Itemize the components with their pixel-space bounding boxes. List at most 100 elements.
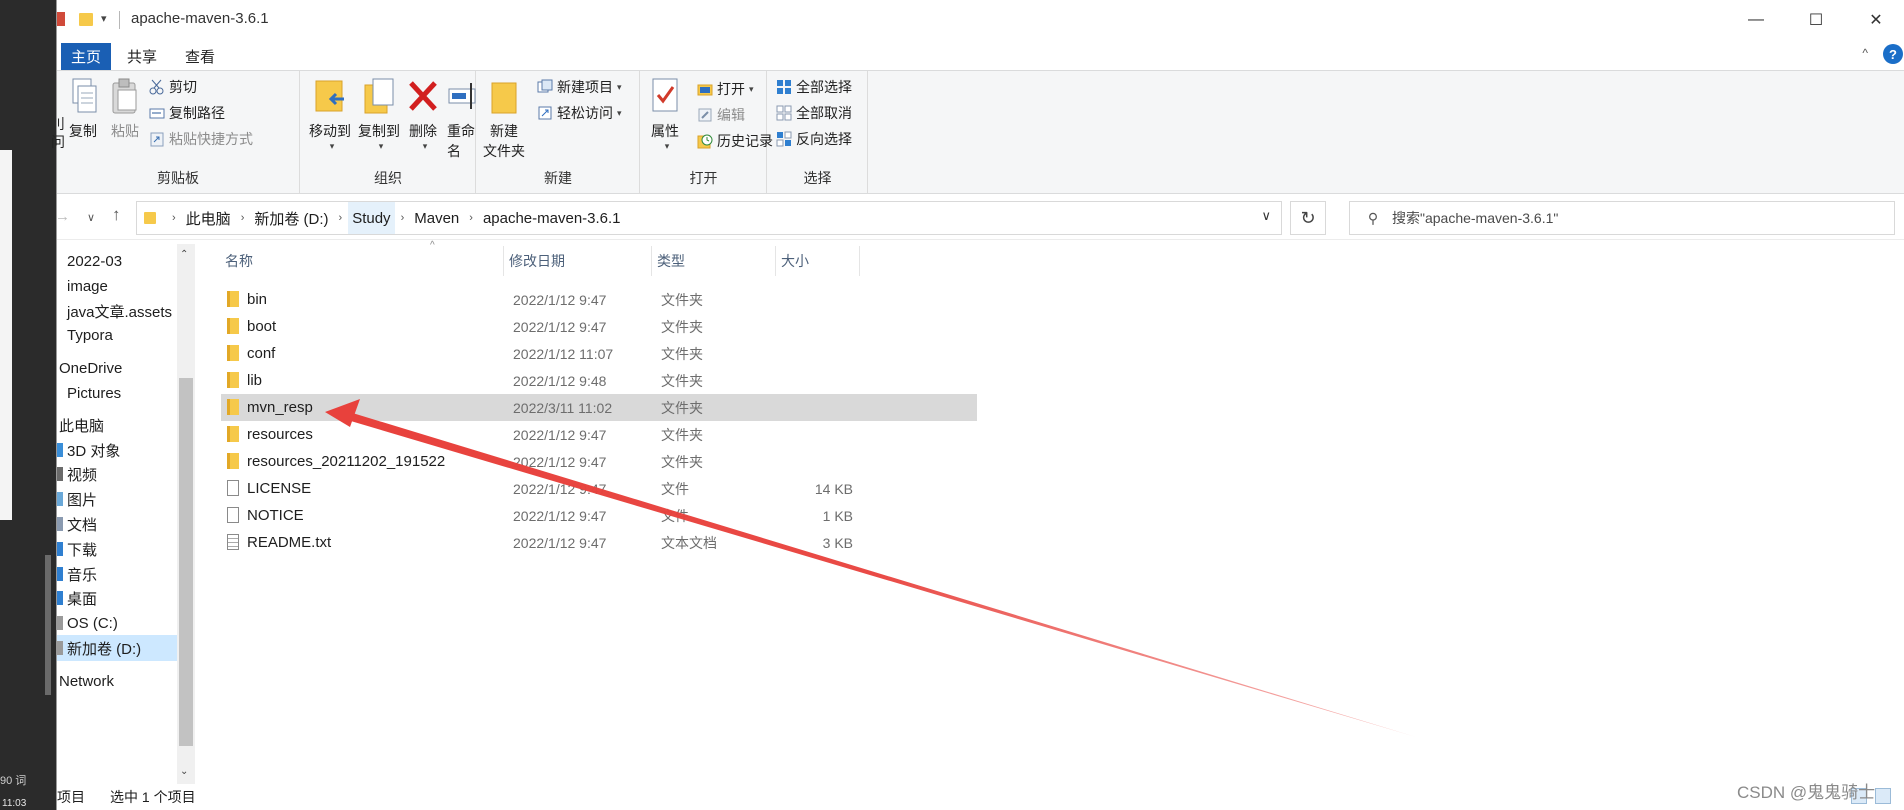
- properties-label: 属性: [651, 123, 679, 139]
- nav-item-downloads[interactable]: 下载: [57, 536, 177, 562]
- large-icons-view-icon[interactable]: [1875, 788, 1891, 804]
- new-folder-button[interactable]: 新建 文件夹: [483, 77, 525, 161]
- select-all-button[interactable]: 全部选择: [776, 77, 852, 97]
- copy-button[interactable]: 复制: [67, 77, 99, 141]
- breadcrumb-study[interactable]: Study: [348, 202, 395, 234]
- nav-item-os-c[interactable]: OS (C:): [57, 610, 177, 636]
- move-to-button[interactable]: 移动到 ▾: [309, 77, 351, 152]
- address-history-dropdown-icon[interactable]: ∨: [1261, 208, 1271, 224]
- breadcrumb-separator[interactable]: ›: [463, 212, 479, 224]
- history-button[interactable]: 历史记录: [697, 131, 773, 151]
- maximize-button[interactable]: ☐: [1787, 0, 1845, 40]
- nav-item-desktop[interactable]: 桌面: [57, 585, 177, 611]
- breadcrumb-maven[interactable]: Maven: [410, 202, 463, 234]
- invert-selection-button[interactable]: 反向选择: [776, 129, 852, 149]
- file-row-readme[interactable]: README.txt 2022/1/12 9:47 文本文档 3 KB: [221, 529, 977, 556]
- nav-item-documents[interactable]: 文档: [57, 511, 177, 537]
- file-row-resources[interactable]: resources 2022/1/12 9:47 文件夹: [221, 421, 977, 448]
- file-row-conf[interactable]: conf 2022/1/12 11:07 文件夹: [221, 340, 977, 367]
- new-folder-quick-access-icon[interactable]: [79, 13, 93, 26]
- edit-button[interactable]: 编辑: [697, 105, 745, 125]
- column-header-type[interactable]: 类型: [657, 244, 775, 278]
- file-row-lib[interactable]: lib 2022/1/12 9:48 文件夹: [221, 367, 977, 394]
- nav-item-pictures[interactable]: Pictures: [57, 380, 177, 406]
- file-size: [781, 367, 853, 394]
- scroll-down-icon[interactable]: ⌄: [180, 766, 188, 777]
- column-header-name[interactable]: 名称: [221, 244, 503, 278]
- nav-item-pictures-pc[interactable]: 图片: [57, 486, 177, 512]
- column-header-modified[interactable]: 修改日期: [509, 244, 649, 278]
- nav-item-onedrive[interactable]: OneDrive: [57, 355, 177, 381]
- breadcrumb-separator[interactable]: ›: [333, 212, 349, 224]
- breadcrumb-apache-maven[interactable]: apache-maven-3.6.1: [479, 202, 625, 234]
- file-name: lib: [247, 372, 263, 389]
- select-group-label: 选择: [803, 170, 832, 186]
- column-divider[interactable]: [775, 246, 776, 276]
- file-row-boot[interactable]: boot 2022/1/12 9:47 文件夹: [221, 313, 977, 340]
- tab-view[interactable]: 查看: [175, 43, 225, 70]
- breadcrumb-drive-d[interactable]: 新加卷 (D:): [250, 202, 332, 234]
- rename-label: 重命名: [447, 123, 475, 159]
- file-row-notice[interactable]: NOTICE 2022/1/12 9:47 文件 1 KB: [221, 502, 977, 529]
- minimize-button[interactable]: —: [1727, 0, 1785, 40]
- nav-item-3d-objects[interactable]: 3D 对象: [57, 437, 177, 463]
- paste-button[interactable]: 粘贴: [109, 77, 141, 141]
- cut-button[interactable]: 剪切: [149, 77, 197, 97]
- close-button[interactable]: ✕: [1847, 0, 1904, 40]
- ribbon-collapse-icon[interactable]: ^: [1862, 46, 1868, 60]
- clipboard-group: 刂 问 复制 粘贴 剪切 复制路径 粘贴快捷方式 剪贴板: [51, 71, 300, 193]
- refresh-button[interactable]: ↻: [1290, 201, 1326, 235]
- recent-locations-chevron-icon[interactable]: ∨: [87, 211, 95, 224]
- file-row-license[interactable]: LICENSE 2022/1/12 9:47 文件 14 KB: [221, 475, 977, 502]
- file-row-resources-backup[interactable]: resources_20211202_191522 2022/1/12 9:47…: [221, 448, 977, 475]
- search-placeholder: 搜索"apache-maven-3.6.1": [1392, 210, 1559, 226]
- pin-quick-access-button[interactable]: 刂 问: [51, 115, 65, 151]
- breadcrumb-separator[interactable]: ›: [395, 212, 411, 224]
- forward-arrow-icon[interactable]: →: [55, 208, 70, 225]
- nav-item-typora[interactable]: Typora: [57, 322, 177, 348]
- navigation-scrollbar[interactable]: ⌃ ⌄: [177, 244, 195, 784]
- search-box[interactable]: ⚲ 搜索"apache-maven-3.6.1": [1349, 201, 1895, 235]
- properties-button[interactable]: 属性 ▾: [649, 77, 681, 152]
- open-button[interactable]: 打开 ▾: [697, 79, 754, 99]
- scroll-up-icon[interactable]: ⌃: [180, 249, 188, 260]
- quick-access-dropdown-icon[interactable]: ▾: [101, 12, 107, 25]
- tab-home[interactable]: 主页: [61, 43, 111, 70]
- column-divider[interactable]: [859, 246, 860, 276]
- properties-quick-access-icon[interactable]: [57, 12, 65, 26]
- copy-to-button[interactable]: 复制到 ▾: [358, 77, 400, 152]
- scrollbar-thumb[interactable]: [179, 378, 193, 746]
- nav-item-network[interactable]: Network: [57, 668, 177, 694]
- tab-share[interactable]: 共享: [117, 43, 167, 70]
- delete-button[interactable]: 删除 ▾: [407, 77, 439, 152]
- column-divider[interactable]: [503, 246, 504, 276]
- select-none-button[interactable]: 全部取消: [776, 103, 852, 123]
- breadcrumb-this-pc[interactable]: 此电脑: [182, 202, 235, 234]
- nav-item-2022-03[interactable]: 2022-03: [57, 248, 177, 274]
- file-modified: 2022/1/12 9:47: [513, 453, 607, 470]
- nav-item-image[interactable]: image: [57, 273, 177, 299]
- column-divider[interactable]: [651, 246, 652, 276]
- breadcrumb-separator[interactable]: ›: [166, 212, 182, 224]
- rename-button[interactable]: 重命名: [447, 77, 479, 161]
- new-item-button[interactable]: 新建项目 ▾: [537, 77, 622, 97]
- nav-item-videos[interactable]: 视频: [57, 461, 177, 487]
- background-window: 90 词 11:03: [0, 0, 56, 810]
- up-arrow-icon[interactable]: ↑: [112, 205, 121, 225]
- column-header-size[interactable]: 大小: [781, 244, 859, 278]
- file-row-bin[interactable]: bin 2022/1/12 9:47 文件夹: [221, 286, 977, 313]
- file-type: 文件夹: [661, 399, 703, 416]
- nav-item-music[interactable]: 音乐: [57, 561, 177, 587]
- taskbar-clock: 11:03: [2, 798, 27, 809]
- nav-item-this-pc[interactable]: 此电脑: [57, 412, 177, 438]
- breadcrumb-separator[interactable]: ›: [235, 212, 251, 224]
- address-bar[interactable]: › 此电脑 › 新加卷 (D:) › Study › Maven › apach…: [136, 201, 1282, 235]
- easy-access-button[interactable]: 轻松访问 ▾: [537, 103, 622, 123]
- text-file-icon: [227, 534, 239, 550]
- help-icon[interactable]: ?: [1883, 44, 1903, 64]
- copy-path-button[interactable]: 复制路径: [149, 103, 225, 123]
- paste-shortcut-button[interactable]: 粘贴快捷方式: [149, 129, 253, 149]
- nav-item-java-assets[interactable]: java文章.assets: [57, 298, 177, 324]
- nav-item-drive-d[interactable]: 新加卷 (D:): [57, 635, 179, 661]
- file-row-mvn-resp[interactable]: mvn_resp 2022/3/11 11:02 文件夹: [221, 394, 977, 421]
